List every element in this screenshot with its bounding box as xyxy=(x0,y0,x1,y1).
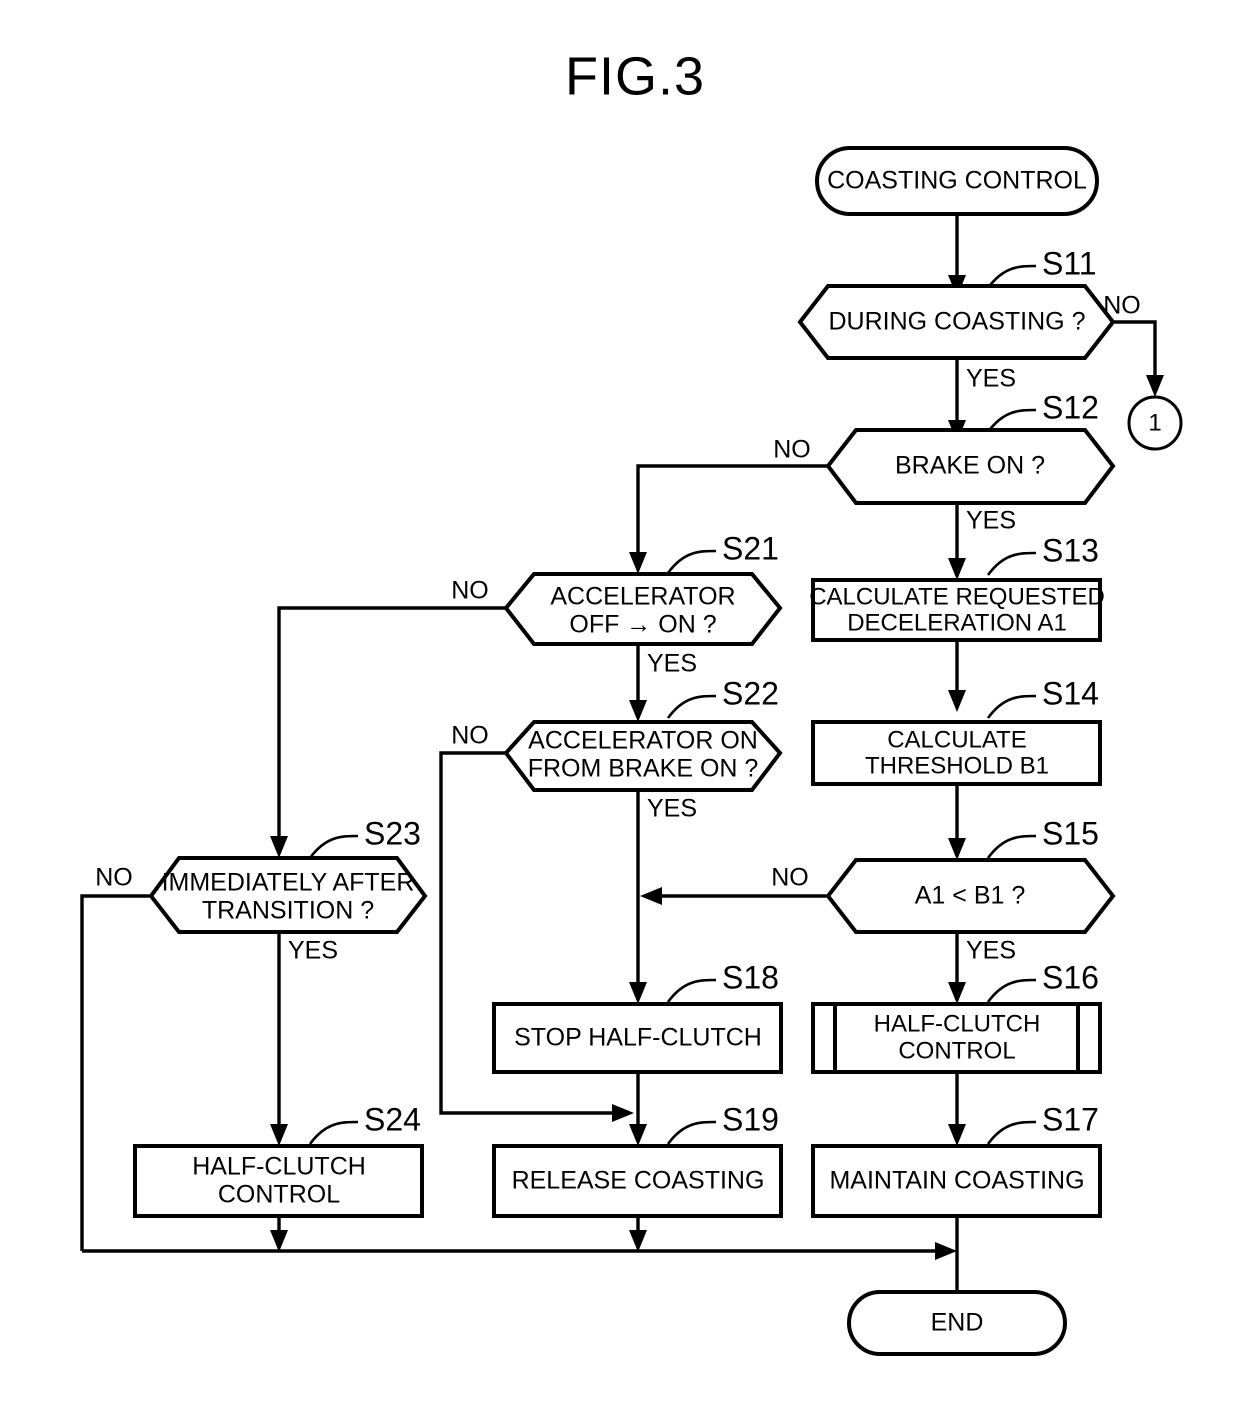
leader-s22 xyxy=(666,694,717,719)
s18-step-number: S18 xyxy=(722,959,779,995)
start-label: COASTING CONTROL xyxy=(827,167,1087,195)
end-label: END xyxy=(931,1309,984,1337)
s23-step-number: S23 xyxy=(364,815,421,851)
s24-step-number: S24 xyxy=(364,1101,421,1137)
figure-root: FIG.3 COASTING CONTROL DURING COASTING ?… xyxy=(0,0,1240,1409)
s23-yes-label: YES xyxy=(288,937,338,965)
arrowhead-s24-bus xyxy=(270,1230,288,1252)
arrowhead-s18-s19 xyxy=(629,1124,647,1146)
s17-label: MAINTAIN COASTING xyxy=(829,1167,1084,1195)
s13-label-line2: DECELERATION A1 xyxy=(847,609,1067,636)
s15-step-number: S15 xyxy=(1042,815,1099,851)
s19-label: RELEASE COASTING xyxy=(512,1167,765,1195)
s18-label: STOP HALF-CLUTCH xyxy=(514,1024,762,1052)
leader-s14 xyxy=(986,694,1037,719)
arrowhead-s23-s24 xyxy=(270,1124,288,1146)
leader-s15 xyxy=(986,834,1037,859)
s15-no-label: NO xyxy=(771,864,809,892)
node-s23[interactable]: IMMEDIATELY AFTER TRANSITION ? S23 NO YE… xyxy=(95,815,428,965)
leader-s23 xyxy=(308,834,359,859)
s21-label-line1: ACCELERATOR xyxy=(550,583,735,611)
node-s15[interactable]: A1 < B1 ? S15 NO YES xyxy=(771,815,1116,965)
s11-no-label: NO xyxy=(1103,292,1141,320)
s22-no-label: NO xyxy=(451,722,489,750)
leader-s17 xyxy=(986,1120,1037,1145)
arrowhead-s15-s16 xyxy=(948,982,966,1004)
leader-s16 xyxy=(986,978,1037,1003)
s14-label-line2: THRESHOLD B1 xyxy=(865,752,1049,779)
arrowhead-s19-bus xyxy=(629,1230,647,1252)
s21-yes-label: YES xyxy=(647,650,697,678)
s16-step-number: S16 xyxy=(1042,959,1099,995)
arrowhead-s11-connector1 xyxy=(1146,375,1164,397)
s22-label-line1: ACCELERATOR ON xyxy=(528,727,758,755)
s21-step-number: S21 xyxy=(722,530,779,566)
arrowhead-s22-s19 xyxy=(612,1104,634,1122)
node-connector-1[interactable]: 1 xyxy=(1127,395,1183,451)
node-s22[interactable]: ACCELERATOR ON FROM BRAKE ON ? S22 NO YE… xyxy=(451,675,783,823)
s21-label-line2: OFF → ON ? xyxy=(569,611,716,639)
s24-label-line1: HALF-CLUTCH xyxy=(192,1153,366,1181)
s15-label: A1 < B1 ? xyxy=(915,882,1026,910)
s22-yes-label: YES xyxy=(647,795,697,823)
arrowhead-s16-s17 xyxy=(948,1124,966,1146)
s23-label-line2: TRANSITION ? xyxy=(202,897,374,925)
connector-1-label: 1 xyxy=(1148,409,1161,436)
arrowhead-bus-to-end xyxy=(935,1242,957,1260)
s23-label-line1: IMMEDIATELY AFTER xyxy=(162,869,415,897)
s11-label: DURING COASTING ? xyxy=(829,308,1086,336)
figure-title: FIG.3 xyxy=(565,46,705,106)
arrowhead-s13-s14 xyxy=(948,690,966,712)
s24-label-line2: CONTROL xyxy=(218,1181,340,1209)
node-s11[interactable]: DURING COASTING ? S11 NO YES xyxy=(797,245,1141,393)
flowchart-diagram: FIG.3 COASTING CONTROL DURING COASTING ?… xyxy=(80,46,1183,1356)
leader-s19 xyxy=(666,1120,717,1145)
leader-s13 xyxy=(986,551,1037,576)
s15-yes-label: YES xyxy=(966,937,1016,965)
arrowhead-s12-s13 xyxy=(948,558,966,580)
s12-yes-label: YES xyxy=(966,507,1016,535)
arrowhead-s21-s22 xyxy=(629,700,647,722)
node-s12[interactable]: BRAKE ON ? S12 NO YES xyxy=(773,389,1116,535)
node-start[interactable]: COASTING CONTROL xyxy=(815,146,1099,216)
arrowhead-s21-s23 xyxy=(270,836,288,858)
arrowhead-s22-s18 xyxy=(629,982,647,1004)
leader-s24 xyxy=(308,1120,359,1145)
s16-label-line2: CONTROL xyxy=(898,1037,1015,1064)
arrowhead-s12-s21 xyxy=(629,552,647,574)
arrowhead-s15-no xyxy=(640,887,662,905)
s12-no-label: NO xyxy=(773,436,811,464)
s14-label-line1: CALCULATE xyxy=(887,726,1027,753)
s12-label: BRAKE ON ? xyxy=(895,452,1045,480)
s11-yes-label: YES xyxy=(966,365,1016,393)
s19-step-number: S19 xyxy=(722,1101,779,1137)
s21-no-label: NO xyxy=(451,577,489,605)
arrowhead-s14-s15 xyxy=(948,838,966,860)
s13-label-line1: CALCULATE REQUESTED xyxy=(809,583,1105,610)
s13-step-number: S13 xyxy=(1042,532,1099,568)
node-end[interactable]: END xyxy=(847,1290,1067,1356)
s23-no-label: NO xyxy=(95,864,133,892)
s16-label-line1: HALF-CLUTCH xyxy=(874,1010,1041,1037)
s12-step-number: S12 xyxy=(1042,389,1099,425)
s22-step-number: S22 xyxy=(722,675,779,711)
leader-s21 xyxy=(666,549,717,574)
s17-step-number: S17 xyxy=(1042,1101,1099,1137)
s22-label-line2: FROM BRAKE ON ? xyxy=(528,755,759,783)
leader-s18 xyxy=(666,978,717,1003)
s11-step-number: S11 xyxy=(1042,245,1097,281)
s14-step-number: S14 xyxy=(1042,675,1099,711)
node-s21[interactable]: ACCELERATOR OFF → ON ? S21 NO YES xyxy=(451,530,783,678)
